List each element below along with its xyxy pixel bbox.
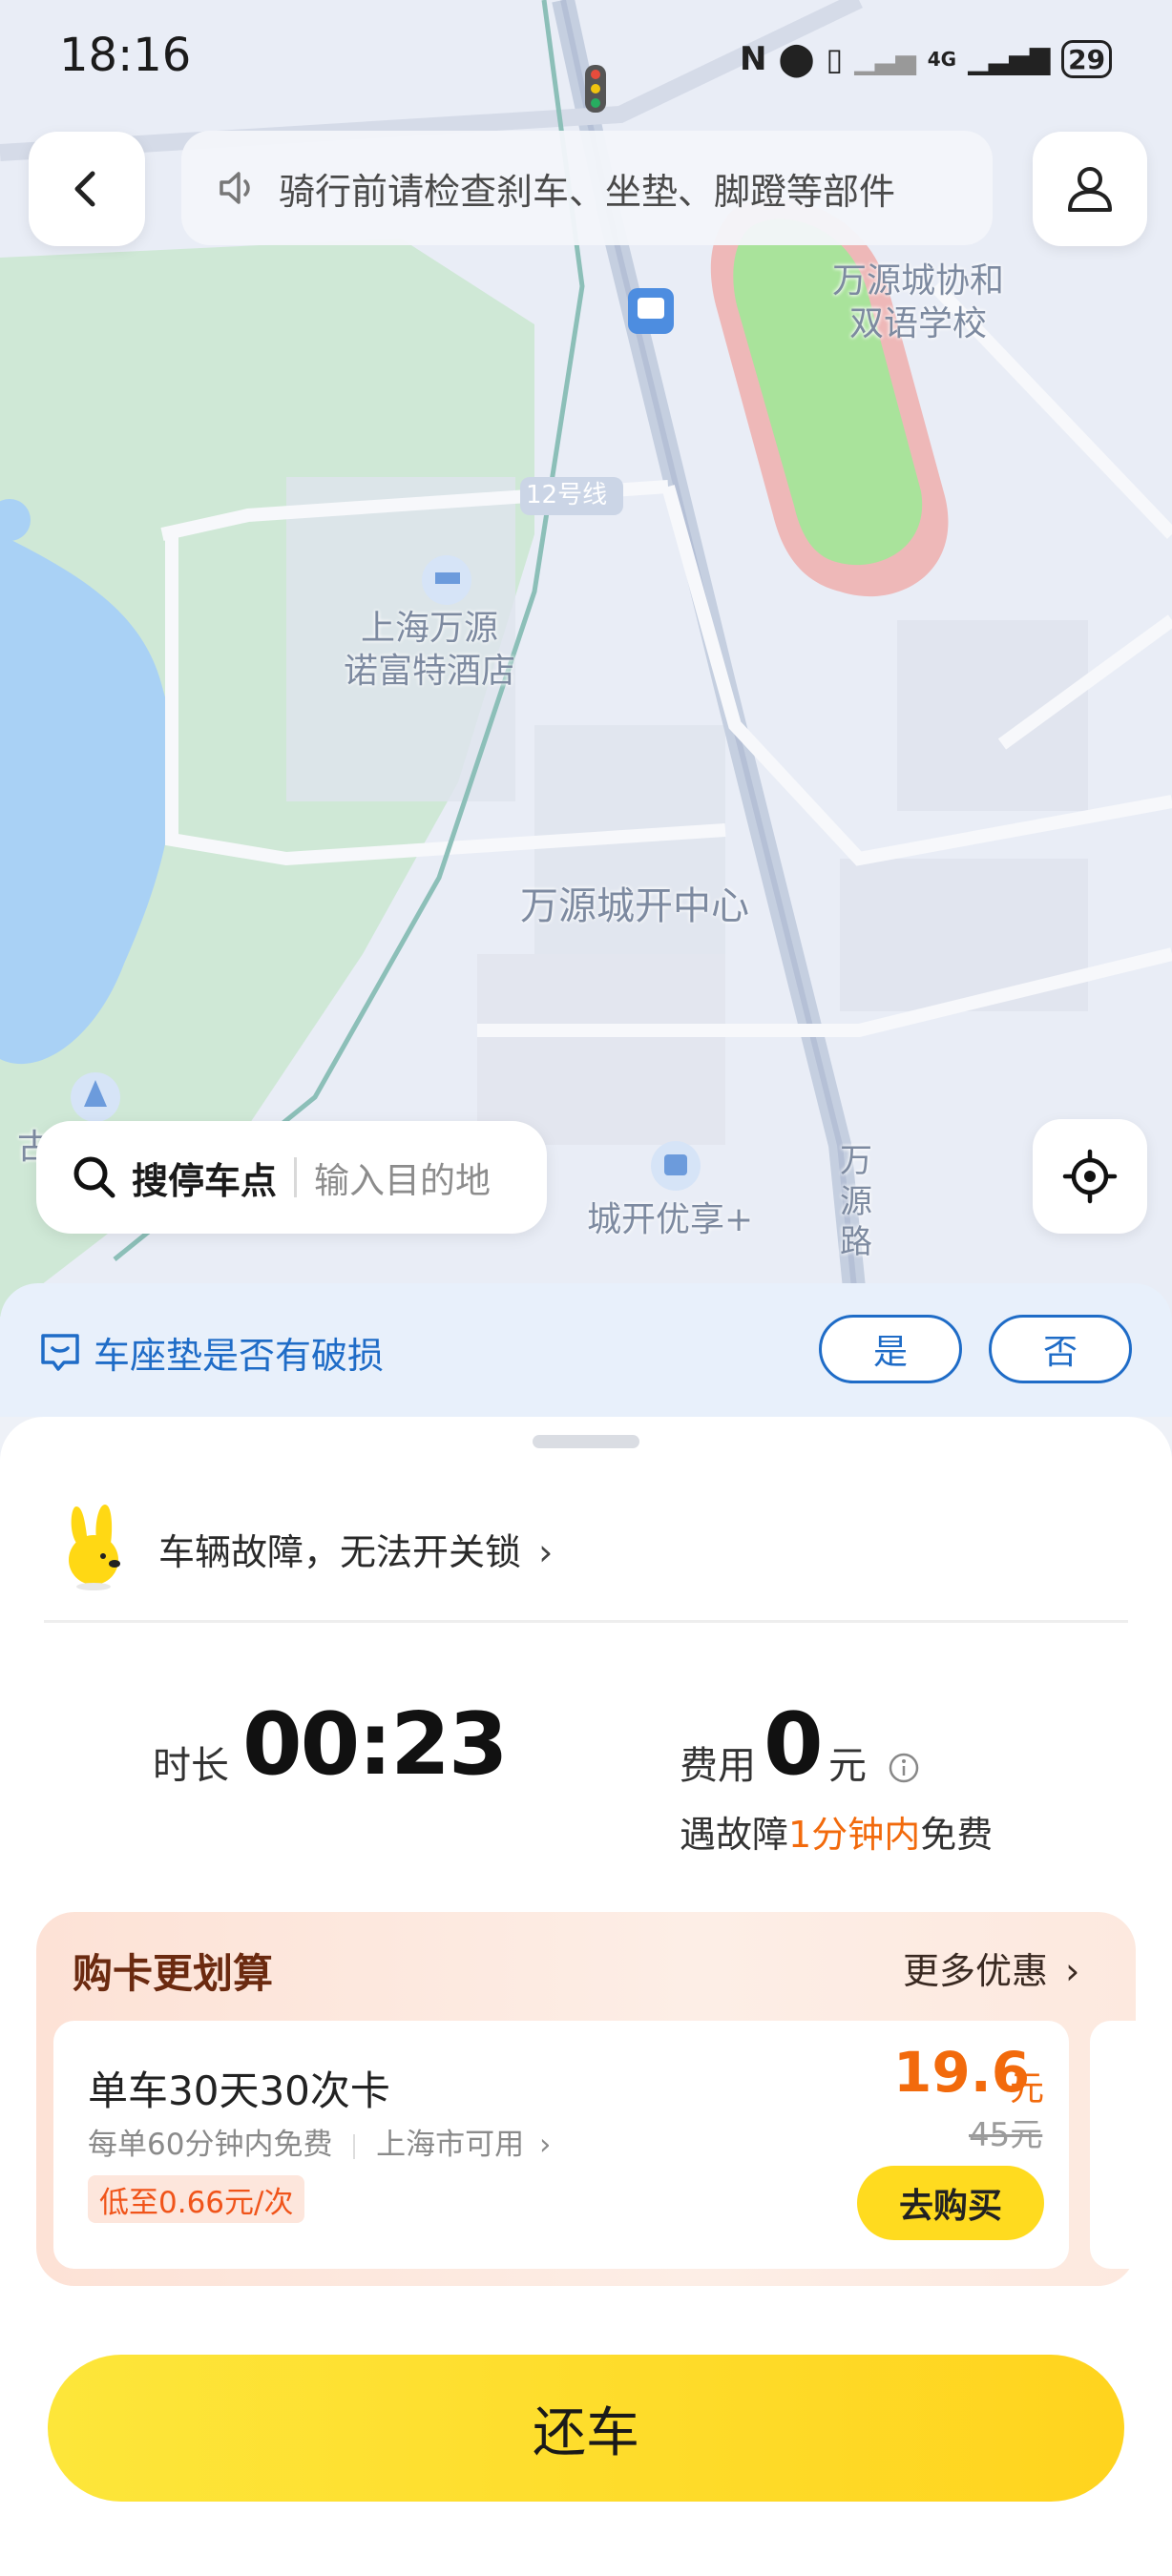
status-time: 18:16 [59, 29, 192, 82]
notice-text: 骑行前请检查刹车、坐垫、脚蹬等部件 [279, 170, 896, 213]
duration-label: 时长 [153, 1744, 229, 1788]
nfc-icon: N [740, 40, 767, 78]
signal-strength-icon: ▁▃▅▇ [968, 43, 1051, 75]
location-icon: ⬤ [778, 40, 815, 78]
next-plan-card[interactable] [1090, 2021, 1147, 2269]
feedback-icon [41, 1334, 79, 1371]
map-label-metro-line: 12号线 [526, 481, 608, 509]
speaker-icon [220, 172, 250, 204]
destination-input[interactable]: 输入目的地 [314, 1152, 491, 1203]
map-label-school[interactable]: 万源城协和 双语学校 [832, 260, 1004, 345]
status-icons: N ⬤ ▯ ▁▃▅ 4G ▁▃▅▇ 29 [740, 38, 1112, 80]
profile-button[interactable] [1033, 132, 1147, 246]
promo-title: 购卡更划算 [73, 1950, 274, 1997]
fee-value: 0 [764, 1694, 824, 1795]
search-divider [294, 1157, 298, 1197]
chevron-right-icon: › [538, 1531, 554, 1573]
map-label-hotel[interactable]: 上海万源 诺富特酒店 [344, 607, 515, 693]
fault-report-link[interactable]: 车辆故障，无法开关锁 › [158, 1523, 553, 1575]
fault-free-note: 遇故障1分钟内免费 [680, 1805, 993, 1858]
map-label-mall[interactable]: 城开优享+ [587, 1198, 753, 1241]
plan-desc-city: 上海市可用 [376, 2128, 525, 2162]
search-parking-label[interactable]: 搜停车点 [132, 1152, 277, 1204]
map-label-road: 万 源 路 [840, 1142, 872, 1261]
search-icon [73, 1156, 115, 1198]
network-type: 4G [927, 48, 957, 71]
divider [44, 1620, 1128, 1623]
free-suffix: 免费 [920, 1814, 994, 1856]
sheet-handle[interactable] [533, 1435, 639, 1448]
duration-value: 00:23 [242, 1694, 508, 1795]
return-bike-button[interactable]: 还车 [48, 2355, 1124, 2502]
buy-button[interactable]: 去购买 [857, 2166, 1044, 2240]
chevron-right-icon: › [539, 2128, 552, 2162]
plan-desc-divider [353, 2133, 356, 2159]
map-label-center[interactable]: 万源城开中心 [520, 883, 749, 930]
status-bar: 18:16 N ⬤ ▯ ▁▃▅ 4G ▁▃▅▇ 29 [0, 0, 1172, 114]
mascot-icon [59, 1503, 136, 1590]
fault-text: 车辆故障，无法开关锁 [158, 1531, 522, 1573]
free-highlight: 1分钟内 [788, 1814, 921, 1856]
locate-button[interactable] [1033, 1119, 1147, 1234]
fee-label: 费用 [680, 1744, 756, 1788]
search-bar[interactable]: 搜停车点 输入目的地 [36, 1121, 547, 1234]
chevron-left-icon [74, 171, 95, 207]
chevron-right-icon: › [1065, 1950, 1080, 1992]
free-prefix: 遇故障 [680, 1814, 789, 1856]
yes-button[interactable]: 是 [819, 1315, 962, 1383]
back-button[interactable] [29, 132, 145, 246]
battery-icon: 29 [1061, 40, 1112, 78]
plan-desc-free: 每单60分钟内免费 [88, 2128, 333, 2162]
vibrate-icon: ▯ [826, 41, 844, 77]
plan-original-price: 45元 [969, 2116, 1043, 2154]
locate-icon [1062, 1149, 1118, 1204]
signal-icon: ▁▃▅ [854, 43, 916, 75]
info-icon[interactable] [887, 1751, 921, 1785]
more-offers-link[interactable]: 更多优惠 › [903, 1942, 1079, 1994]
fee-unit-text: 元 [828, 1744, 867, 1788]
no-button[interactable]: 否 [989, 1315, 1132, 1383]
safety-notice-bar[interactable]: 骑行前请检查刹车、坐垫、脚蹬等部件 [181, 131, 993, 245]
seat-damage-question: 车座垫是否有破损 [94, 1335, 385, 1377]
user-icon [1068, 167, 1112, 212]
plan-tag: 低至0.66元/次 [88, 2175, 305, 2223]
plan-name: 单车30天30次卡 [88, 2067, 390, 2114]
fee-unit: 元 [828, 1735, 921, 1790]
more-offers-text: 更多优惠 [903, 1950, 1049, 1992]
plan-price-unit: 元 [1010, 2069, 1045, 2109]
plan-description: 每单60分钟内免费 上海市可用 › [88, 2120, 551, 2163]
